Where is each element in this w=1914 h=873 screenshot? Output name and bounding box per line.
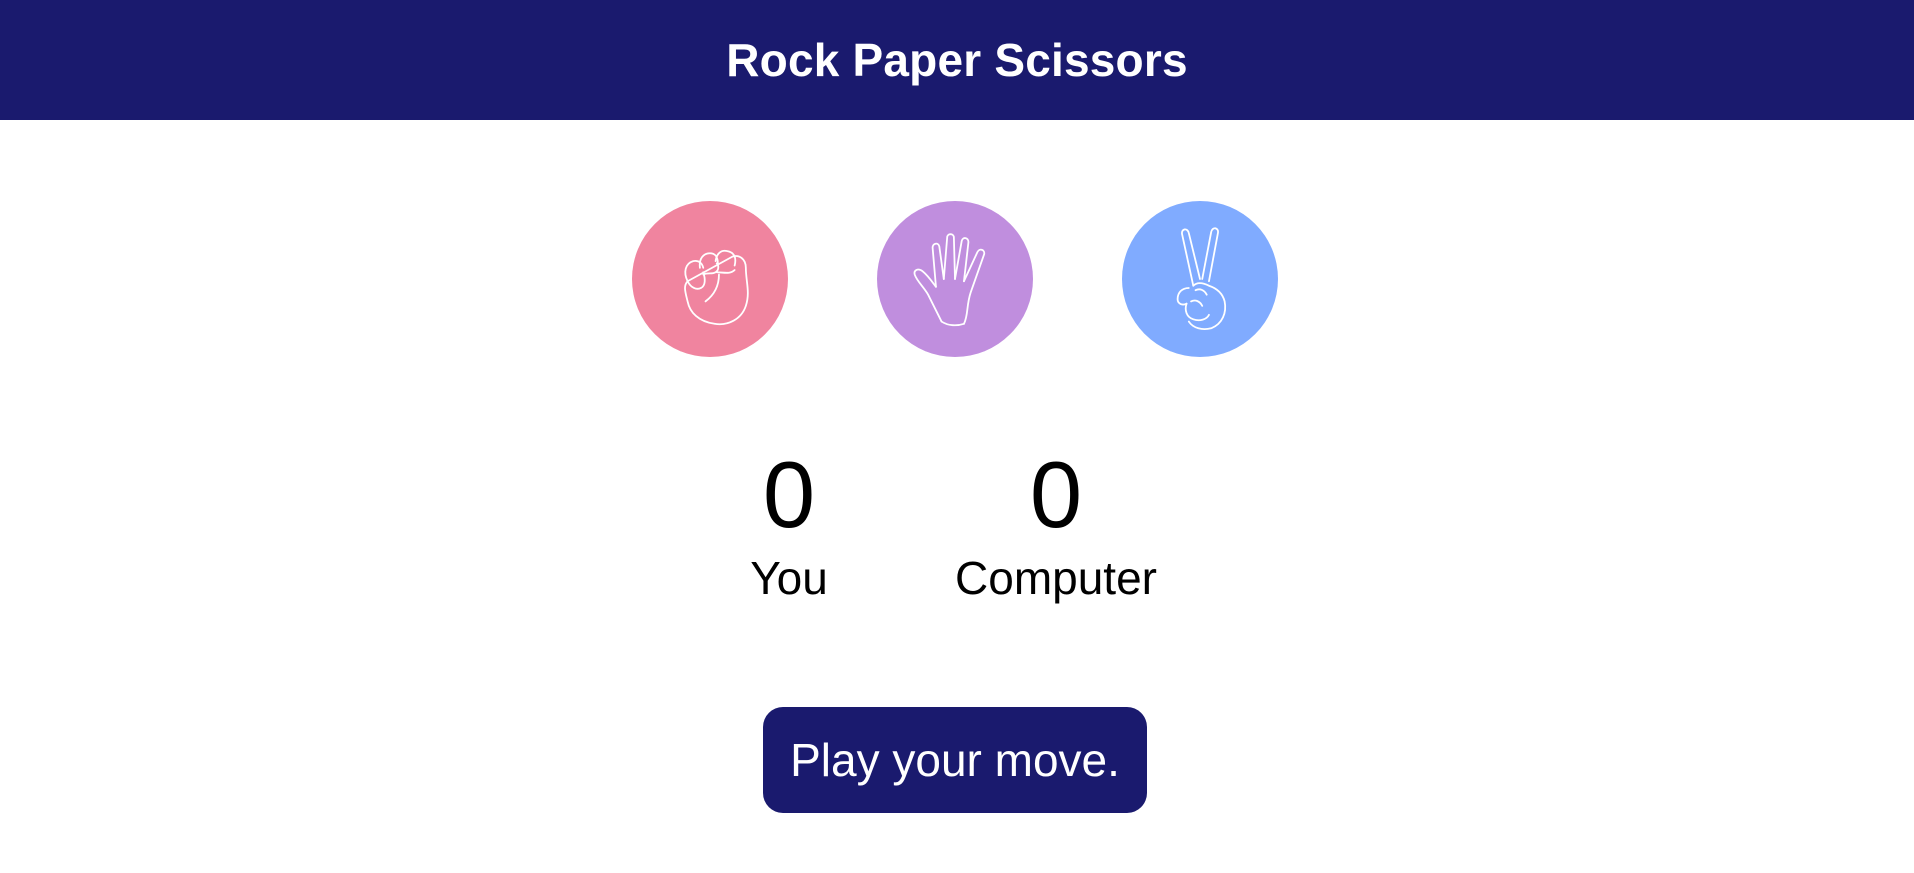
player-score-value: 0 [762, 442, 816, 547]
rock-button[interactable] [632, 201, 788, 357]
peace-sign-icon [1176, 227, 1227, 331]
computer-score-label: Computer [955, 552, 1157, 604]
open-hand-icon [913, 233, 986, 327]
computer-score-value: 0 [1029, 442, 1083, 547]
scissors-button[interactable] [1122, 201, 1278, 357]
player-score-label: You [750, 552, 828, 604]
player-score: 0 You [727, 440, 851, 606]
header-bar: Rock Paper Scissors [0, 0, 1914, 120]
page-title: Rock Paper Scissors [726, 34, 1188, 86]
fist-icon [684, 249, 749, 326]
status-message-button[interactable]: Play your move. [763, 707, 1147, 813]
paper-button[interactable] [877, 201, 1033, 357]
computer-score: 0 Computer [930, 440, 1182, 606]
